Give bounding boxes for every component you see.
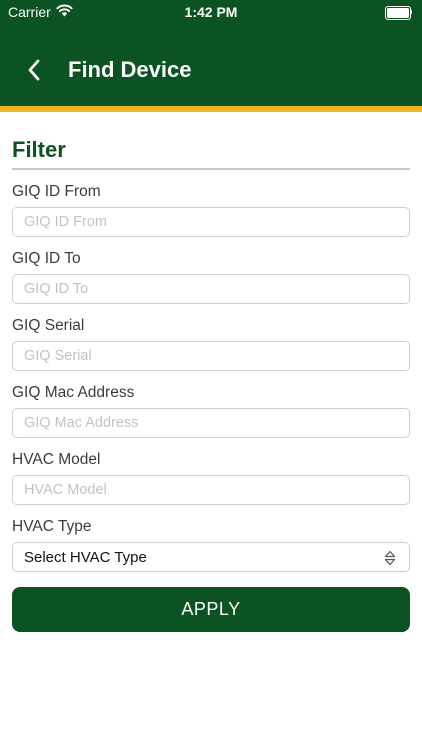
hvac-model-label: HVAC Model: [12, 451, 101, 469]
giq-mac-address-input[interactable]: [12, 408, 410, 439]
giq-id-from-label: GIQ ID From: [12, 183, 101, 201]
app-header: Carrier 1:42 PM Find Device: [0, 0, 422, 106]
giq-id-to-label: GIQ ID To: [12, 250, 81, 268]
hvac-type-label: HVAC Type: [12, 518, 92, 536]
chevron-left-icon: [28, 59, 40, 81]
status-bar: Carrier 1:42 PM: [0, 0, 422, 24]
back-button[interactable]: [18, 54, 50, 86]
filter-section-title: Filter: [12, 137, 410, 171]
page-title: Find Device: [68, 57, 192, 82]
giq-serial-label: GIQ Serial: [12, 317, 85, 335]
hvac-model-input[interactable]: [12, 475, 410, 506]
select-updown-icon: [384, 551, 396, 566]
nav-bar: Find Device: [0, 44, 422, 96]
battery-icon: [385, 6, 413, 20]
hvac-type-select[interactable]: Select HVAC Type: [12, 542, 410, 573]
giq-id-to-input[interactable]: [12, 274, 410, 305]
header-accent-stripe: [0, 106, 422, 112]
apply-button[interactable]: APPLY: [12, 587, 410, 632]
hvac-type-selected-value: Select HVAC Type: [24, 548, 147, 566]
filter-form: Filter GIQ ID From GIQ ID To GIQ Serial …: [12, 137, 410, 573]
giq-serial-input[interactable]: [12, 341, 410, 372]
giq-id-from-input[interactable]: [12, 207, 410, 238]
status-time: 1:42 PM: [184, 4, 238, 20]
giq-mac-address-label: GIQ Mac Address: [12, 384, 135, 402]
